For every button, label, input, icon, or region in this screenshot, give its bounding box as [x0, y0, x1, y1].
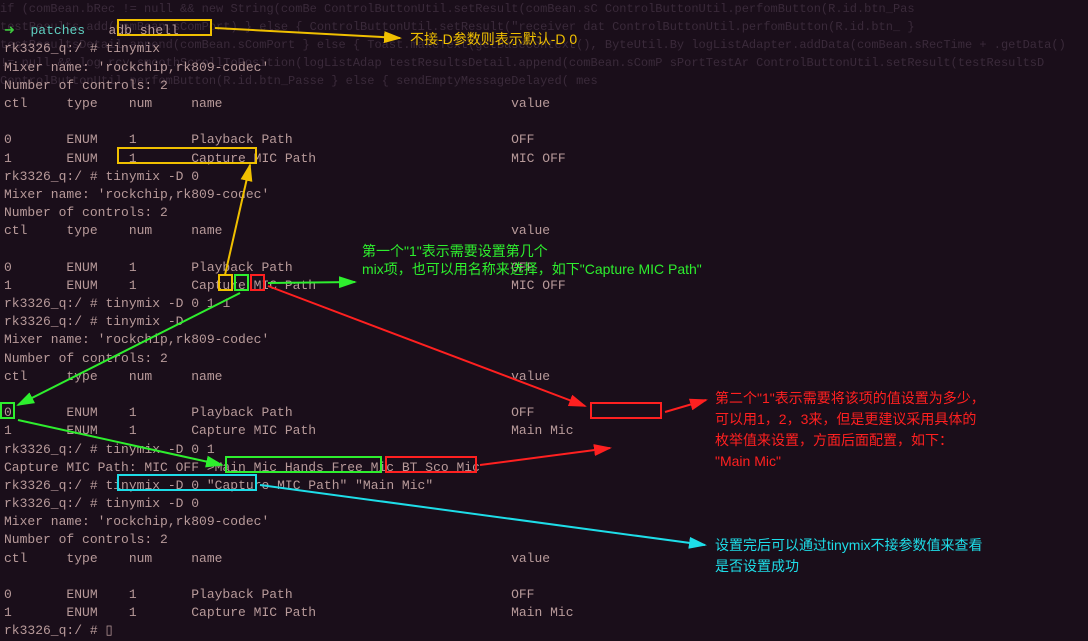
branch-indicator: ➜	[4, 23, 31, 38]
mixer-header: ctl type num name value	[4, 96, 550, 111]
row-0-off: 0 ENUM 1 Playback Path OFF	[4, 405, 535, 420]
prompt: rk3326_q:/ #	[4, 623, 98, 638]
row-1-micoff: 1 ENUM 1 Capture MIC Path MIC OFF	[4, 151, 566, 166]
mixer-header: ctl type num name value	[4, 551, 550, 566]
annotation-1: 不接-D参数则表示默认-D 0	[410, 30, 577, 50]
cursor: ▯	[105, 623, 112, 638]
annotation-2: 第一个"1"表示需要设置第几个 mix项，也可以用名称来选择，如下"Captur…	[362, 242, 702, 278]
cmd-tinymix-d0-final: tinymix -D 0	[105, 496, 199, 511]
arg-1a: 1	[207, 296, 215, 311]
arg-capture-path: "Capture MIC Path"	[207, 478, 347, 493]
mixer-name: Mixer name: 'rockchip,rk809-codec'	[4, 332, 269, 347]
mixer-count: Number of controls: 2	[4, 78, 168, 93]
annotation-3: 第二个"1"表示需要将该项的值设置为多少， 可以用1，2，3来，但是更建议采用具…	[715, 388, 985, 472]
prompt: rk3326_q:/ #	[4, 41, 98, 56]
cmd-tinymix-d: tinymix -D	[105, 314, 183, 329]
cmd-tinymix-d01: tinymix -D 0 1	[105, 442, 214, 457]
arg-main-mic: "Main Mic"	[355, 478, 433, 493]
prompt: rk3326_q:/ #	[4, 296, 98, 311]
mixer-count: Number of controls: 2	[4, 351, 168, 366]
capture-line: Capture MIC Path: MIC OFF >Main Mic Hand…	[4, 460, 480, 475]
mixer-name: Mixer name: 'rockchip,rk809-codec'	[4, 60, 269, 75]
mixer-name: Mixer name: 'rockchip,rk809-codec'	[4, 514, 269, 529]
mixer-header: ctl type num name value	[4, 369, 550, 384]
shell-cmd: adb shell	[109, 23, 179, 38]
annotation-4: 设置完后可以通过tinymix不接参数值来查看 是否设置成功	[715, 535, 983, 577]
cmd-tinymix: tinymix	[105, 41, 160, 56]
arg-1b: 1	[223, 296, 231, 311]
row-1-micoff: 1 ENUM 1 Capture MIC Path MIC OFF	[4, 278, 566, 293]
cmd-tinymix-d0: tinymix -D 0	[105, 169, 199, 184]
row-1-rest: ENUM 1 Capture MIC Path	[12, 423, 511, 438]
prompt: rk3326_q:/ #	[4, 478, 98, 493]
mixer-count: Number of controls: 2	[4, 205, 168, 220]
row-0-off: 0 ENUM 1 Playback Path OFF	[4, 587, 535, 602]
row-idx1: 1	[4, 423, 12, 438]
prompt: rk3326_q:/ #	[4, 496, 98, 511]
arg-0: 0	[191, 296, 199, 311]
prompt: rk3326_q:/ #	[4, 314, 98, 329]
mixer-count: Number of controls: 2	[4, 532, 168, 547]
row-1-main: 1 ENUM 1 Capture MIC Path Main Mic	[4, 605, 574, 620]
val-mainmic: Main Mic	[511, 423, 573, 438]
prompt: rk3326_q:/ #	[4, 169, 98, 184]
mixer-name: Mixer name: 'rockchip,rk809-codec'	[4, 187, 269, 202]
branch-name: patches	[31, 23, 86, 38]
cmd-tinymix-d: tinymix -D	[105, 296, 183, 311]
mixer-header: ctl type num name value	[4, 223, 550, 238]
prompt: rk3326_q:/ #	[4, 442, 98, 457]
row-0-off: 0 ENUM 1 Playback Path OFF	[4, 132, 535, 147]
cmd-tinymix-d0: tinymix -D 0	[105, 478, 199, 493]
